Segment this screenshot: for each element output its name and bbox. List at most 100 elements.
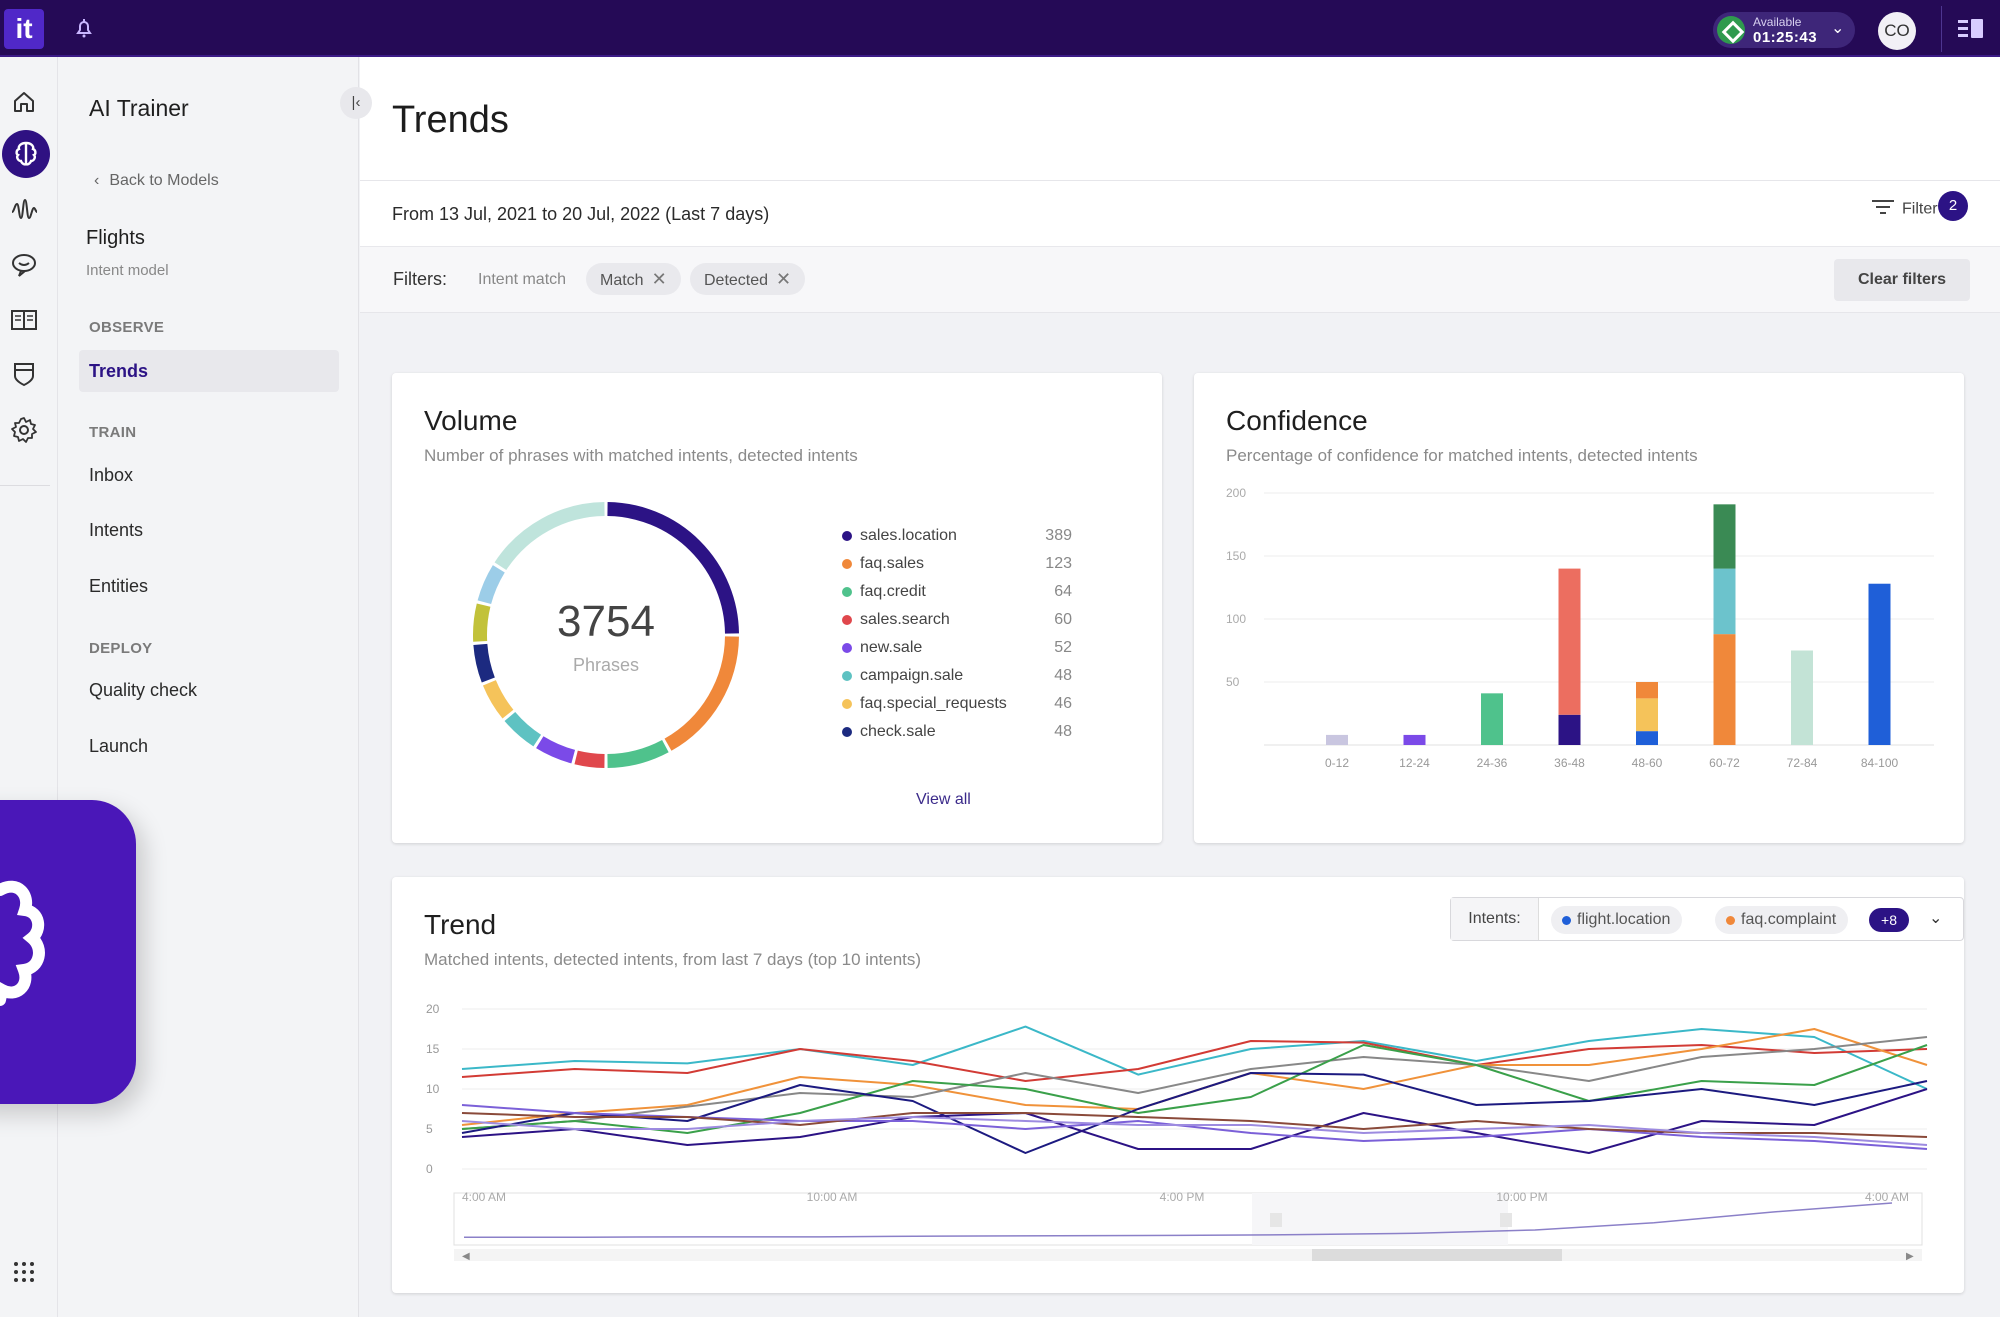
home-icon[interactable] xyxy=(9,87,39,117)
navigator-right-handle[interactable] xyxy=(1500,1213,1512,1227)
donut-slice-sales-search[interactable] xyxy=(574,750,605,768)
bar-segment-60-72[interactable] xyxy=(1713,634,1736,745)
intents-selector[interactable]: Intents: flight.location faq.complaint +… xyxy=(1450,897,1964,941)
bar-segment-48-60[interactable] xyxy=(1636,698,1658,732)
sidebar-item-intents[interactable]: Intents xyxy=(79,509,339,551)
bar-segment-60-72[interactable] xyxy=(1713,568,1736,635)
donut-slice-other-mint[interactable] xyxy=(494,502,605,571)
legend-item[interactable]: check.sale 48 xyxy=(842,721,1072,743)
legend-item[interactable]: faq.special_requests 46 xyxy=(842,693,1072,715)
section-label-deploy: DEPLOY xyxy=(89,640,153,657)
legend-item[interactable]: faq.sales 123 xyxy=(842,553,1072,575)
back-to-models-link[interactable]: ‹ Back to Models xyxy=(94,172,219,190)
chevron-left-icon: ‹ xyxy=(94,172,100,189)
waveform-icon[interactable] xyxy=(9,195,39,225)
sidebar-item-trends[interactable]: Trends xyxy=(79,350,339,392)
navigator-scrollbar-thumb[interactable] xyxy=(1312,1249,1562,1261)
sidebar-item-launch[interactable]: Launch xyxy=(79,725,339,767)
bar-segment-60-72[interactable] xyxy=(1713,504,1736,569)
bar-segment-24-36[interactable] xyxy=(1481,693,1503,745)
x-tick-label: 48-60 xyxy=(1632,756,1663,770)
volume-legend: sales.location 389 faq.sales 123 faq.credit 6… xyxy=(842,525,1072,745)
donut-slice-faq-special-requests[interactable] xyxy=(482,679,514,719)
scroll-left-arrow-icon[interactable]: ◀ xyxy=(462,1251,470,1262)
bell-icon[interactable] xyxy=(72,16,96,40)
series-line-purple[interactable] xyxy=(461,1104,1928,1150)
x-tick-label: 0-12 xyxy=(1325,756,1349,770)
close-icon[interactable]: ✕ xyxy=(776,269,791,289)
section-label-train: TRAIN xyxy=(89,424,137,441)
donut-slice-faq-credit[interactable] xyxy=(607,739,669,768)
bar-segment-72-84[interactable] xyxy=(1791,650,1813,746)
y-tick-label: 5 xyxy=(426,1122,433,1136)
legend-item[interactable]: campaign.sale 48 xyxy=(842,665,1072,687)
app-logo[interactable]: it xyxy=(4,9,44,49)
book-icon[interactable] xyxy=(9,305,39,335)
x-tick-label: 60-72 xyxy=(1709,756,1740,770)
chat-bubble-icon[interactable] xyxy=(9,250,39,280)
donut-slice-campaign-sale[interactable] xyxy=(504,711,542,747)
legend-item[interactable]: sales.search 60 xyxy=(842,609,1072,631)
chevron-down-icon[interactable]: ⌄ xyxy=(1929,908,1942,928)
gear-icon[interactable] xyxy=(9,415,39,445)
confidence-subtitle: Percentage of confidence for matched int… xyxy=(1226,446,1698,465)
bar-segment-48-60[interactable] xyxy=(1636,682,1658,699)
filter-chip-detected[interactable]: Detected ✕ xyxy=(690,263,806,295)
legend-item[interactable]: new.sale 52 xyxy=(842,637,1072,659)
available-status-icon xyxy=(1717,16,1745,44)
confidence-title: Confidence xyxy=(1226,405,1368,436)
filter-button[interactable]: Filter xyxy=(1872,199,1938,220)
donut-slice-faq-sales[interactable] xyxy=(664,636,739,751)
view-all-link[interactable]: View all xyxy=(916,791,971,809)
availability-status-dropdown[interactable]: Available 01:25:43 ⌄ xyxy=(1713,12,1855,48)
collapse-sidebar-button[interactable]: |‹ xyxy=(340,87,372,119)
close-icon[interactable]: ✕ xyxy=(652,269,667,289)
sidebar-item-entities[interactable]: Entities xyxy=(79,565,339,607)
series-line-navy[interactable] xyxy=(461,1072,1928,1154)
legend-value: 46 xyxy=(1054,695,1072,712)
intent-chip-faq-complaint[interactable]: faq.complaint xyxy=(1715,906,1849,934)
intent-chip-flight-location[interactable]: flight.location xyxy=(1551,906,1683,934)
bar-segment-48-60[interactable] xyxy=(1636,731,1658,745)
navigator-left-handle[interactable] xyxy=(1270,1213,1282,1227)
ai-trainer-app-tile[interactable] xyxy=(0,800,136,1104)
legend-value: 60 xyxy=(1054,611,1072,628)
bar-segment-36-48[interactable] xyxy=(1558,568,1581,715)
series-line-orange[interactable] xyxy=(461,1028,1928,1126)
legend-label: sales.location xyxy=(860,527,957,544)
bar-segment-36-48[interactable] xyxy=(1558,714,1581,745)
y-tick-label: 200 xyxy=(1226,486,1246,500)
apps-grid-icon[interactable] xyxy=(12,1260,36,1284)
bar-segment-84-100[interactable] xyxy=(1868,583,1891,745)
page-title: Trends xyxy=(392,99,509,141)
navigator-scrollbar-track[interactable] xyxy=(454,1249,1922,1261)
series-line-gray[interactable] xyxy=(461,1036,1928,1130)
donut-slice-new-sale[interactable] xyxy=(536,736,576,764)
sidebar-item-inbox[interactable]: Inbox xyxy=(79,454,339,496)
legend-label: sales.search xyxy=(860,611,950,628)
rail-divider xyxy=(0,485,50,486)
more-intents-badge[interactable]: +8 xyxy=(1869,908,1909,932)
legend-color-dot xyxy=(842,559,852,569)
x-tick-label: 4:00 PM xyxy=(1160,1190,1205,1204)
y-tick-label: 150 xyxy=(1226,549,1246,563)
legend-item[interactable]: sales.location 389 xyxy=(842,525,1072,547)
legend-item[interactable]: faq.credit 64 xyxy=(842,581,1072,603)
clear-filters-button[interactable]: Clear filters xyxy=(1834,259,1970,301)
side-panel-icon[interactable] xyxy=(1958,18,1984,40)
user-avatar[interactable]: CO xyxy=(1878,12,1916,50)
scroll-right-arrow-icon[interactable]: ▶ xyxy=(1906,1251,1914,1262)
series-line-cyan[interactable] xyxy=(461,1025,1928,1090)
bar-segment-0-12[interactable] xyxy=(1326,734,1348,745)
legend-label: faq.sales xyxy=(860,555,925,572)
filter-chip-match[interactable]: Match ✕ xyxy=(586,263,681,295)
filter-chip-label: Match xyxy=(600,272,644,289)
sidebar-item-quality-check[interactable]: Quality check xyxy=(79,669,339,711)
x-tick-label: 72-84 xyxy=(1787,756,1818,770)
shield-icon[interactable] xyxy=(9,359,39,389)
legend-value: 389 xyxy=(1045,527,1072,544)
y-tick-label: 0 xyxy=(426,1162,433,1176)
navigator-selected-range[interactable] xyxy=(1252,1193,1508,1245)
bar-segment-12-24[interactable] xyxy=(1403,734,1426,745)
brain-icon[interactable] xyxy=(2,130,50,178)
